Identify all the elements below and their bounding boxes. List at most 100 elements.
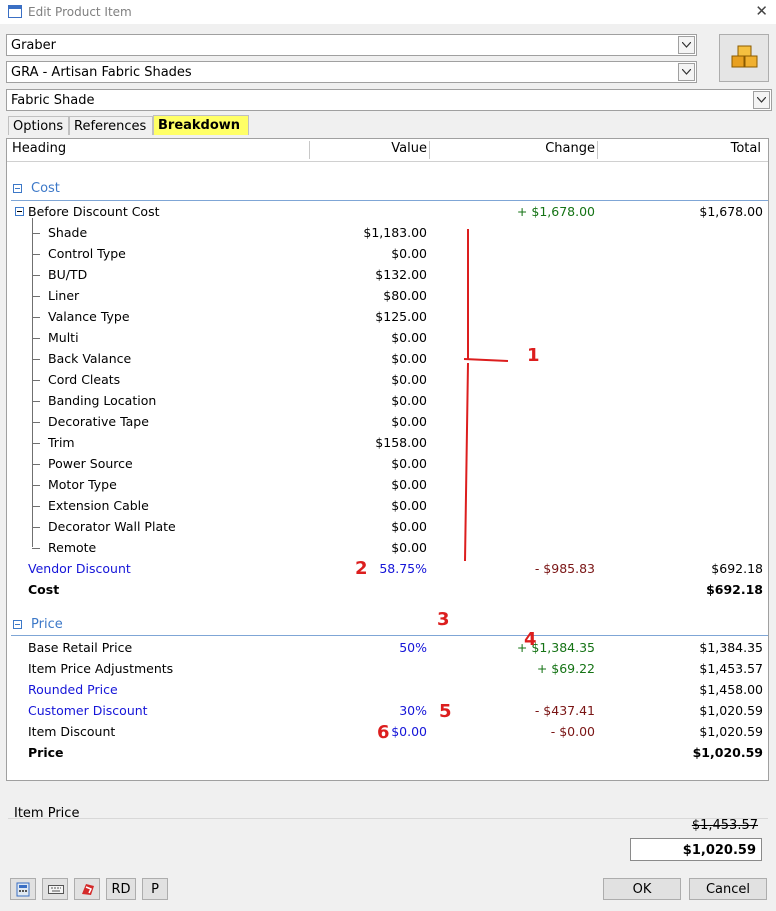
price-row-change: - $437.41: [534, 703, 595, 718]
price-row-total: $1,453.57: [699, 661, 763, 676]
cost-item-value: $0.00: [391, 456, 427, 471]
cost-item-value: $0.00: [391, 414, 427, 429]
column-header-change[interactable]: Change: [429, 141, 595, 156]
title-bar: Edit Product Item ✕: [0, 0, 776, 24]
tab-options[interactable]: Options: [8, 116, 69, 135]
price-row-total: $1,020.59: [699, 703, 763, 718]
tree-connector: [32, 254, 40, 255]
tree-connector: [32, 401, 40, 402]
annotation-1: 1: [527, 345, 540, 366]
ok-button[interactable]: OK: [603, 878, 681, 900]
cost-item-value: $0.00: [391, 372, 427, 387]
section-title-cost: Cost: [31, 181, 60, 196]
column-header-total[interactable]: Total: [597, 141, 761, 156]
chevron-down-icon[interactable]: [678, 63, 695, 81]
vendor-select[interactable]: Graber: [6, 34, 697, 56]
cost-total-label: Cost: [28, 582, 60, 597]
price-row-value: 30%: [399, 703, 427, 718]
annotation-3: 3: [437, 609, 450, 630]
cost-item-label: Control Type: [48, 246, 126, 261]
cost-item-label: Extension Cable: [48, 498, 149, 513]
column-header-heading[interactable]: Heading: [12, 141, 66, 156]
item-price-field[interactable]: $1,020.59: [630, 838, 762, 861]
tree-connector: [32, 527, 40, 528]
before-discount-change: + $1,678.00: [516, 204, 595, 219]
product-line-select[interactable]: GRA - Artisan Fabric Shades: [6, 61, 697, 83]
vendor-select-value: Graber: [11, 38, 56, 53]
tree-connector: [32, 422, 40, 423]
item-price-original: $1,453.57: [691, 818, 758, 833]
collapse-cost-icon[interactable]: [13, 184, 22, 193]
annotation-4: 4: [524, 629, 537, 650]
cost-item-value: $0.00: [391, 393, 427, 408]
tree-connector: [32, 380, 40, 381]
cancel-button[interactable]: Cancel: [689, 878, 767, 900]
annotation-bracket: [463, 229, 509, 562]
window-icon: [8, 5, 22, 18]
column-header-value[interactable]: Value: [309, 141, 427, 156]
product-image-button[interactable]: [719, 34, 769, 82]
cost-item-label: Liner: [48, 288, 80, 303]
cost-item-value: $0.00: [391, 498, 427, 513]
before-discount-label: Before Discount Cost: [28, 204, 160, 219]
chevron-down-icon[interactable]: [753, 91, 770, 109]
brand-icon: [82, 884, 94, 895]
product-type-select-value: Fabric Shade: [11, 93, 95, 108]
chevron-down-icon[interactable]: [678, 36, 695, 54]
tree-connector: [32, 464, 40, 465]
calculator-button[interactable]: [10, 878, 36, 900]
tree-connector: [32, 359, 40, 360]
cost-item-label: Trim: [48, 435, 75, 450]
p-button[interactable]: P: [142, 878, 168, 900]
price-row-value: 50%: [399, 640, 427, 655]
tab-references[interactable]: References: [69, 116, 153, 135]
price-row-total: $1,458.00: [699, 682, 763, 697]
collapse-price-icon[interactable]: [13, 620, 22, 629]
tab-breakdown[interactable]: Breakdown: [153, 115, 249, 135]
tree-connector: [32, 317, 40, 318]
price-row-change: + $1,384.35: [516, 640, 595, 655]
cost-item-value: $0.00: [391, 330, 427, 345]
calculator-icon: [16, 882, 30, 897]
cost-item-label: Banding Location: [48, 393, 157, 408]
price-row-label: Rounded Price: [28, 682, 118, 697]
vendor-discount-value: 58.75%: [379, 561, 427, 576]
cost-item-label: Remote: [48, 540, 97, 555]
price-row-label: Base Retail Price: [28, 640, 133, 655]
cost-item-label: Multi: [48, 330, 79, 345]
cost-item-value: $158.00: [375, 435, 427, 450]
price-row-label: Customer Discount: [28, 703, 148, 718]
collapse-before-discount-icon[interactable]: [15, 207, 24, 216]
close-icon[interactable]: ✕: [755, 2, 768, 20]
brand-button[interactable]: [74, 878, 100, 900]
annotation-6: 6: [377, 722, 390, 743]
price-row-label: Item Price Adjustments: [28, 661, 174, 676]
cost-item-value: $132.00: [375, 267, 427, 282]
vendor-discount-change: - $985.83: [534, 561, 595, 576]
item-price-label: Item Price: [14, 806, 80, 821]
annotation-5: 5: [439, 701, 452, 722]
rd-button[interactable]: RD: [106, 878, 136, 900]
price-row-total: $1,020.59: [699, 724, 763, 739]
cost-item-label: Motor Type: [48, 477, 117, 492]
price-row-change: - $0.00: [550, 724, 595, 739]
cost-item-value: $1,183.00: [363, 225, 427, 240]
price-total-label: Price: [28, 745, 64, 760]
tree-connector: [32, 233, 40, 234]
keyboard-button[interactable]: [42, 878, 68, 900]
cost-item-label: Decorative Tape: [48, 414, 149, 429]
product-type-select[interactable]: Fabric Shade: [6, 89, 772, 111]
tree-connector: [32, 548, 40, 549]
boxes-icon: [731, 45, 758, 68]
cost-item-value: $0.00: [391, 519, 427, 534]
window-title: Edit Product Item: [28, 5, 132, 19]
annotation-2: 2: [355, 558, 368, 579]
cost-item-label: BU/TD: [48, 267, 88, 282]
price-total-value: $1,020.59: [692, 745, 763, 760]
price-row-total: $1,384.35: [699, 640, 763, 655]
cost-item-value: $0.00: [391, 540, 427, 555]
breakdown-table: Heading Value Change Total Cost Before D…: [6, 138, 769, 781]
cost-item-value: $80.00: [383, 288, 427, 303]
price-row-label: Item Discount: [28, 724, 116, 739]
price-row-change: + $69.22: [536, 661, 595, 676]
